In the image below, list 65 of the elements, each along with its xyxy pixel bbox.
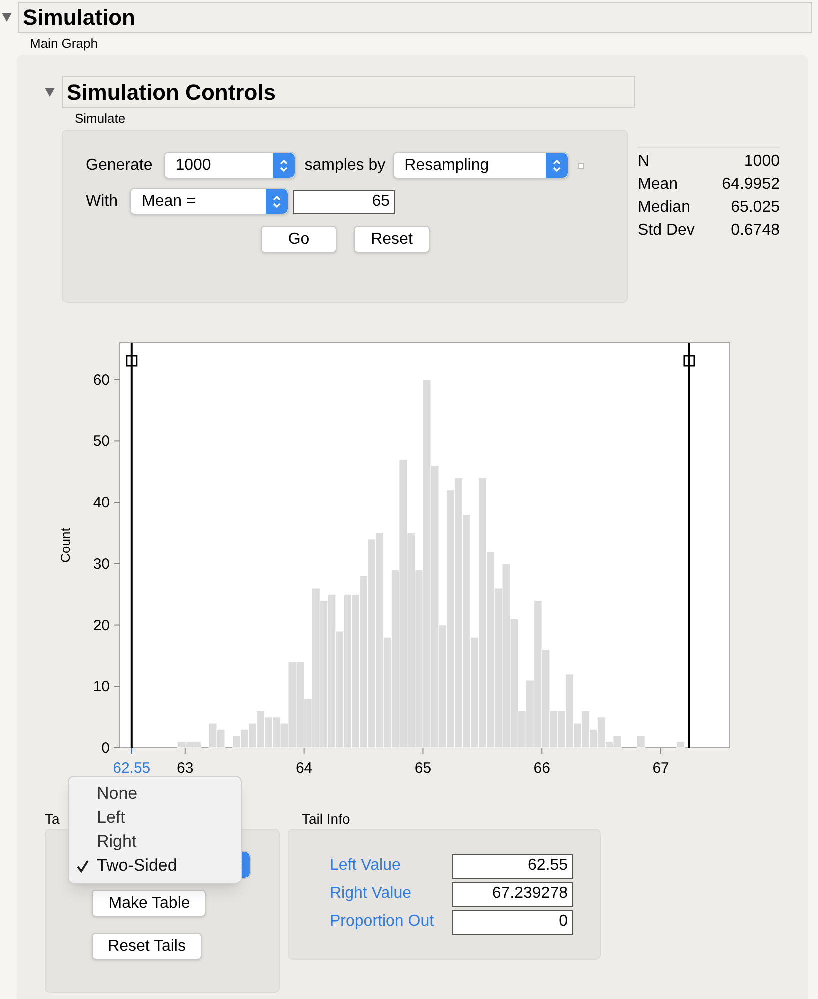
section-title: Simulation Controls — [62, 76, 635, 108]
histogram-bar — [208, 723, 218, 748]
tail-line[interactable] — [688, 343, 690, 748]
button[interactable]: Reset — [354, 226, 430, 253]
menu-item[interactable]: Right — [97, 829, 137, 855]
stat-value: 64.9952 — [722, 175, 780, 195]
dropdown[interactable]: 1000 — [164, 152, 296, 179]
tick-label: 65 — [414, 760, 432, 777]
stepper-icon — [552, 158, 562, 172]
histogram-bar — [636, 735, 646, 748]
button[interactable]: Go — [261, 226, 337, 253]
drag-handle[interactable] — [684, 355, 696, 367]
stat-label: N — [638, 152, 650, 172]
field-label: Proportion Out — [330, 912, 436, 932]
tick-label: 0 — [102, 740, 110, 757]
drag-handle[interactable] — [126, 355, 138, 367]
field-label: Left Value — [330, 856, 402, 876]
panel-title: Tail Info — [302, 811, 350, 828]
tick-label: 66 — [534, 760, 550, 777]
collapse-triangle-icon[interactable] — [45, 88, 55, 96]
input-field[interactable]: 62.55 — [452, 854, 573, 878]
tick-label: 62.55 — [113, 760, 151, 777]
tick-label: 60 — [93, 372, 110, 389]
histogram-bar — [272, 717, 281, 748]
tick-label: 20 — [93, 617, 110, 634]
input-field[interactable]: 65 — [293, 190, 395, 214]
input-field[interactable]: 67.239278 — [452, 882, 573, 906]
tick-label: 30 — [93, 556, 110, 573]
collapse-triangle-icon[interactable] — [2, 13, 12, 22]
button[interactable]: Reset Tails — [92, 933, 202, 960]
dropdown[interactable]: Resampling — [392, 152, 569, 179]
button[interactable]: Make Table — [92, 890, 206, 917]
panel-title: Ta — [45, 811, 60, 828]
caption: Main Graph — [30, 36, 98, 52]
caption: Simulate — [75, 111, 126, 127]
histogram-bar — [264, 717, 273, 748]
tick-label: 64 — [296, 760, 313, 777]
stat-value: 1000 — [744, 152, 780, 172]
tick-label: 40 — [93, 494, 110, 512]
axis-title: Count — [58, 528, 73, 563]
stepper-icon — [272, 194, 282, 208]
menu-item[interactable]: None — [97, 781, 138, 807]
tick-label: 50 — [93, 433, 110, 450]
stat-label: Std Dev — [638, 221, 695, 241]
field-label: Right Value — [330, 884, 413, 904]
section-title: Simulation — [18, 2, 812, 33]
tick-label: 10 — [93, 678, 110, 696]
stat-value: 0.6748 — [731, 221, 780, 241]
dropdown[interactable]: Mean = — [130, 188, 289, 215]
stat-value: 65.025 — [731, 198, 780, 218]
input-field[interactable]: 0 — [452, 910, 573, 934]
histogram-bar — [676, 742, 686, 748]
histogram-bar — [216, 729, 226, 748]
label: With — [86, 192, 119, 212]
checkbox[interactable] — [578, 162, 584, 168]
tail-line[interactable] — [130, 343, 133, 748]
menu-item[interactable]: Left — [97, 805, 126, 831]
stat-label: Mean — [638, 175, 678, 195]
label: samples by — [304, 156, 386, 176]
tick-label: 63 — [177, 760, 194, 777]
menu-item[interactable]: Two-Sided — [97, 853, 178, 879]
tick-label: 67 — [652, 760, 670, 777]
stepper-icon — [278, 158, 289, 172]
stat-label: Median — [638, 198, 690, 218]
label: Generate — [86, 156, 153, 176]
